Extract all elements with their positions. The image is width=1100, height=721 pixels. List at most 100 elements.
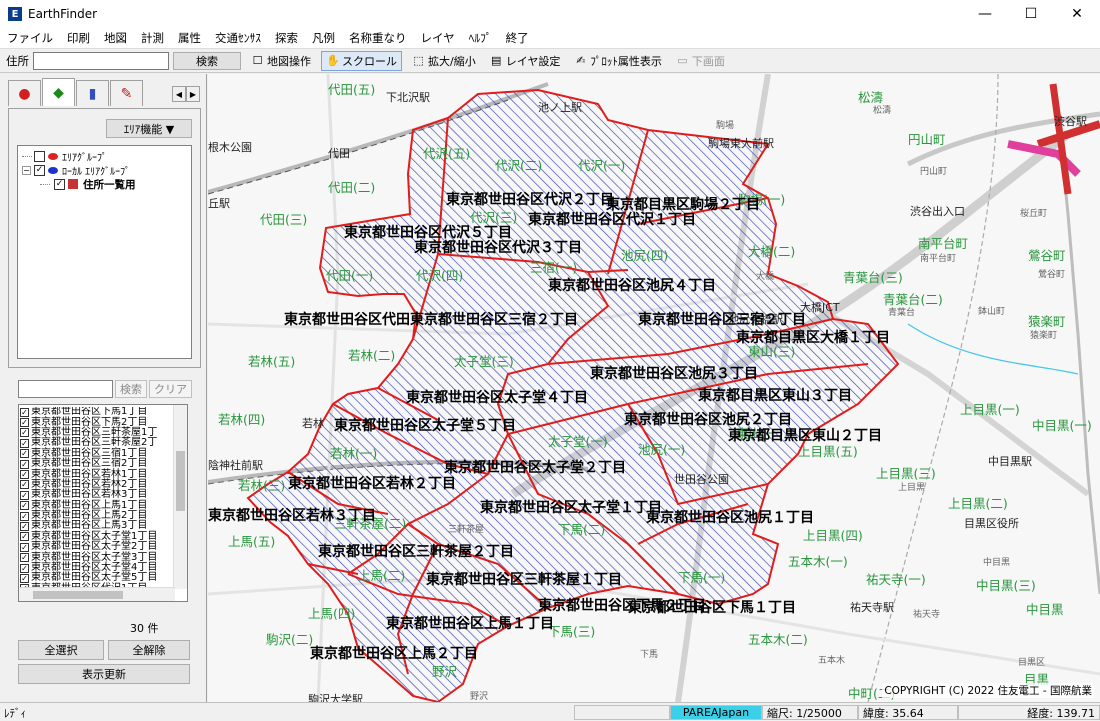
list-checkbox[interactable]: ✓ xyxy=(20,480,29,490)
list-item-label: 東京都世田谷区若林3丁目 xyxy=(31,489,148,501)
menu-item[interactable]: 名称重なり xyxy=(342,30,414,46)
list-item[interactable]: ✓ 東京都世田谷区下馬1丁目 xyxy=(20,407,174,417)
list-search-button[interactable]: 検索 xyxy=(115,380,147,398)
list-checkbox[interactable]: ✓ xyxy=(20,407,29,417)
area-name-label: 東京都世田谷区池尻２丁目 xyxy=(624,411,792,428)
area-name-label: 東京都世田谷区若林３丁目 xyxy=(208,507,376,524)
district-label: 五本木(二) xyxy=(748,632,808,647)
tool-button[interactable]: ✍ ﾌﾟﾛｯﾄ属性表示 xyxy=(570,51,666,71)
bar-chart-icon: ▮ xyxy=(88,85,97,102)
list-checkbox[interactable]: ✓ xyxy=(20,511,29,521)
tab-layers[interactable]: ◆ xyxy=(42,78,75,106)
town-label: 円山町 xyxy=(920,166,947,177)
list-checkbox[interactable]: ✓ xyxy=(20,501,29,511)
tab-chart[interactable]: ▮ xyxy=(76,80,109,106)
menu-item[interactable]: ﾍﾙﾌﾟ xyxy=(462,30,499,46)
list-search-input[interactable] xyxy=(18,380,113,398)
list-checkbox[interactable]: ✓ xyxy=(20,542,29,552)
tree-item[interactable]: ✓ 住所一覧用 xyxy=(40,177,191,191)
district-label: 代田(三) xyxy=(260,212,307,227)
menu-item[interactable]: 終了 xyxy=(499,30,536,46)
tool-button[interactable]: ▤ レイヤ設定 xyxy=(486,51,565,71)
tab-pen[interactable]: ✎ xyxy=(110,80,143,106)
collapse-icon[interactable]: − xyxy=(22,165,31,175)
address-rows: ✓ 東京都世田谷区下馬1丁目 ✓ 東京都世田谷区下馬2丁目 ✓ 東京都世田谷区三軒茶屋1丁… xyxy=(20,407,174,589)
tool-button[interactable]: ⬚ 拡大/縮小 xyxy=(408,51,480,71)
list-checkbox[interactable]: ✓ xyxy=(20,532,29,542)
pen-icon: ✎ xyxy=(120,85,133,102)
deselect-all-button[interactable]: 全解除 xyxy=(108,640,190,660)
tree-item[interactable]: ｴﾘｱｸﾞﾙｰﾌﾟ xyxy=(22,149,191,164)
tree-checkbox[interactable] xyxy=(34,150,45,162)
title-bar: E EarthFinder — ☐ ✕ xyxy=(0,0,1100,28)
list-item-label: 東京都世田谷区上馬3丁目 xyxy=(31,520,148,532)
close-button[interactable]: ✕ xyxy=(1054,0,1100,28)
list-checkbox[interactable]: ✓ xyxy=(20,573,29,583)
tab-scroll-left-icon[interactable]: ◀ xyxy=(172,86,186,102)
menu-item[interactable]: 探索 xyxy=(268,30,305,46)
district-label: 下馬(二) xyxy=(558,522,605,537)
map-canvas[interactable]: 代田(五) 松濤 円山町 代沢(五) 代沢(二) 代沢(一) 代田(二) 駒場(一) 代田(三)… xyxy=(208,74,1100,702)
list-checkbox[interactable]: ✓ xyxy=(20,490,29,500)
district-label: 若林(五) xyxy=(248,354,295,369)
list-checkbox[interactable]: ✓ xyxy=(20,521,29,531)
list-checkbox[interactable]: ✓ xyxy=(20,438,29,448)
list-item[interactable]: ✓ 東京都世田谷区三軒茶屋2丁 xyxy=(20,438,174,448)
menu-item[interactable]: 属性 xyxy=(171,30,208,46)
status-bar: ﾚﾃﾞｨ PAREAJapan 縮尺: 1/25000 緯度: 35.64 経度… xyxy=(0,702,1100,721)
area-function-button[interactable]: ｴﾘｱ機能 ▼ xyxy=(106,119,192,138)
vertical-scrollbar[interactable] xyxy=(173,405,187,589)
tree-item[interactable]: − ✓ ﾛｰｶﾙ ｴﾘｱｸﾞﾙｰﾌﾟ xyxy=(22,163,191,178)
district-label: 若林(一) xyxy=(330,446,377,461)
district-label: 駒沢(二) xyxy=(266,632,313,647)
area-name-label: 東京都世田谷区代沢２丁目 xyxy=(446,191,614,208)
select-all-button[interactable]: 全選択 xyxy=(18,640,104,660)
tool-button[interactable]: ✋ スクロール xyxy=(321,50,402,71)
menu-item[interactable]: ファイル xyxy=(0,30,60,46)
panel-tabs: ● ◆ ▮ ✎ xyxy=(8,78,144,106)
address-search-button[interactable]: 検索 xyxy=(173,51,241,70)
list-checkbox[interactable]: ✓ xyxy=(20,563,29,573)
minimize-button[interactable]: — xyxy=(962,0,1008,28)
menu-item[interactable]: レイヤ xyxy=(414,30,462,46)
list-checkbox[interactable]: ✓ xyxy=(20,418,29,428)
address-label: 住所 xyxy=(6,53,29,68)
menu-item[interactable]: 印刷 xyxy=(60,30,97,46)
town-label: 上目黒 xyxy=(898,482,925,493)
area-name-label: 東京都世田谷区太子堂５丁目 xyxy=(334,417,516,434)
list-checkbox[interactable]: ✓ xyxy=(20,470,29,480)
scroll-thumb[interactable] xyxy=(176,451,185,511)
menu-item[interactable]: 地図 xyxy=(97,30,134,46)
district-label: 中目黒(三) xyxy=(976,578,1036,593)
list-item[interactable]: ✓ 東京都世田谷区太子堂2丁目 xyxy=(20,542,174,552)
list-checkbox[interactable]: ✓ xyxy=(20,553,29,563)
district-label: 上目黒(五) xyxy=(798,444,858,459)
menu-item[interactable]: 計測 xyxy=(134,30,171,46)
town-label: 猿楽町 xyxy=(1030,329,1057,341)
tab-scroll-right-icon[interactable]: ▶ xyxy=(186,86,200,102)
menu-item[interactable]: 交通ｾﾝｻｽ xyxy=(208,30,268,46)
tool-button[interactable]: ▭ 下画面 xyxy=(672,51,729,71)
map-svg[interactable]: 代田(五)松濤円山町代沢(五)代沢(二) 代沢(一)代田(二)駒場(一)代田(三)… xyxy=(208,74,1100,702)
list-item[interactable]: ✓ 東京都世田谷区若林3丁目 xyxy=(20,490,174,500)
address-input[interactable] xyxy=(33,51,169,70)
list-checkbox[interactable]: ✓ xyxy=(20,428,29,438)
list-item-label: 東京都世田谷区太子堂5丁目 xyxy=(31,572,158,584)
horizontal-scrollbar[interactable] xyxy=(19,587,175,601)
town-label: 松濤 xyxy=(873,104,891,116)
tool-button[interactable]: ☐ 地図操作 xyxy=(247,51,315,71)
district-label: 上馬(二) xyxy=(358,568,405,583)
refresh-display-button[interactable]: 表示更新 xyxy=(18,664,190,684)
menu-item[interactable]: 凡例 xyxy=(305,30,342,46)
tree-checkbox[interactable]: ✓ xyxy=(54,178,65,190)
district-label: 代沢(三) xyxy=(470,210,517,225)
list-checkbox[interactable]: ✓ xyxy=(20,459,29,469)
list-checkbox[interactable]: ✓ xyxy=(20,449,29,459)
list-item[interactable]: ✓ 東京都世田谷区三宿2丁目 xyxy=(20,459,174,469)
tab-pin[interactable]: ● xyxy=(8,80,41,106)
district-label: 南平台町 xyxy=(918,236,968,251)
maximize-button[interactable]: ☐ xyxy=(1008,0,1054,28)
list-clear-button[interactable]: クリア xyxy=(149,380,192,398)
scroll-thumb[interactable] xyxy=(33,591,123,599)
tree-checkbox[interactable]: ✓ xyxy=(34,164,45,176)
